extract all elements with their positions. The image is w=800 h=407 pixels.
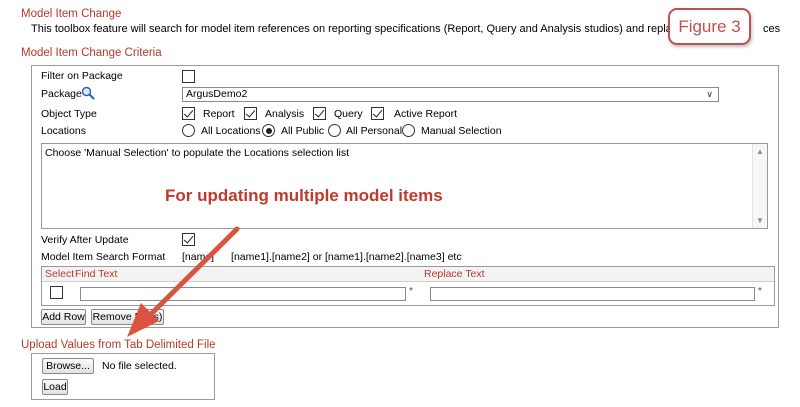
grid-header: Select Find Text Replace Text (42, 267, 774, 282)
browse-button[interactable]: Browse... (42, 358, 94, 374)
row-select-checkbox[interactable] (50, 286, 63, 299)
search-icon[interactable] (81, 86, 95, 100)
package-select-value: ArgusDemo2 (186, 88, 248, 100)
col-find-header: Find Text (75, 268, 118, 280)
replace-required-marker: * (758, 286, 762, 297)
location-manual-selection-label: Manual Selection (421, 125, 502, 137)
locations-label: Locations (41, 125, 86, 137)
verify-after-update-checkbox[interactable] (182, 233, 195, 246)
object-type-active-report-label: Active Report (394, 108, 458, 120)
location-manual-selection-radio[interactable] (402, 124, 415, 137)
search-format-value: [name] [name1].[name2] or [name1].[name2… (182, 251, 462, 263)
object-type-analysis-checkbox[interactable] (244, 107, 257, 120)
find-required-marker: * (409, 286, 413, 297)
search-format-label: Model Item Search Format (41, 251, 166, 263)
find-text-input[interactable] (80, 287, 406, 301)
filter-on-package-label: Filter on Package (41, 70, 123, 82)
object-type-analysis-label: Analysis (265, 108, 305, 120)
feature-description: This toolbox feature will search for mod… (31, 23, 781, 35)
scroll-down-icon[interactable]: ▼ (756, 216, 764, 225)
chevron-down-icon: ∨ (706, 89, 713, 99)
add-row-button[interactable]: Add Row (41, 309, 86, 325)
package-select[interactable]: ArgusDemo2 ∨ (182, 87, 719, 102)
file-status-text: No file selected. (102, 360, 177, 372)
figure-label-badge: Figure 3 (668, 8, 751, 45)
description-tail: ces (763, 23, 781, 35)
criteria-heading: Model Item Change Criteria (21, 47, 162, 59)
col-select-header: Select (45, 268, 75, 280)
object-type-query-label: Query (334, 108, 363, 120)
verify-after-update-label: Verify After Update (41, 234, 129, 246)
locations-list-hint: Choose 'Manual Selection' to populate th… (45, 147, 350, 159)
object-type-report-checkbox[interactable] (182, 107, 195, 120)
scroll-up-icon[interactable]: ▲ (756, 147, 764, 156)
package-label: Package (41, 88, 82, 100)
annotation-text: For updating multiple model items (165, 186, 443, 205)
model-item-change-heading: Model Item Change (21, 8, 122, 20)
replace-text-input[interactable] (430, 287, 755, 301)
location-all-locations-label: All Locations (201, 125, 261, 137)
object-type-active-report-checkbox[interactable] (371, 107, 384, 120)
remove-rows-button[interactable]: Remove R (s) (91, 309, 164, 325)
object-type-query-checkbox[interactable] (313, 107, 326, 120)
filter-on-package-checkbox[interactable] (182, 70, 195, 83)
find-replace-grid: Select Find Text Replace Text * * (41, 266, 775, 306)
object-type-report-label: Report (203, 108, 235, 120)
load-button[interactable]: Load (42, 379, 68, 395)
location-all-locations-radio[interactable] (182, 124, 195, 137)
upload-heading: Upload Values from Tab Delimited File (21, 339, 216, 351)
upload-panel: Browse... No file selected. Load (31, 353, 215, 400)
location-all-personal-label: All Personal (346, 125, 403, 137)
location-all-personal-radio[interactable] (328, 124, 341, 137)
object-type-label: Object Type (41, 108, 97, 120)
locations-list-scrollbar[interactable]: ▲ ▼ (752, 144, 767, 228)
location-all-public-label: All Public (281, 125, 325, 137)
location-all-public-radio[interactable] (262, 124, 275, 137)
col-replace-header: Replace Text (424, 268, 485, 280)
